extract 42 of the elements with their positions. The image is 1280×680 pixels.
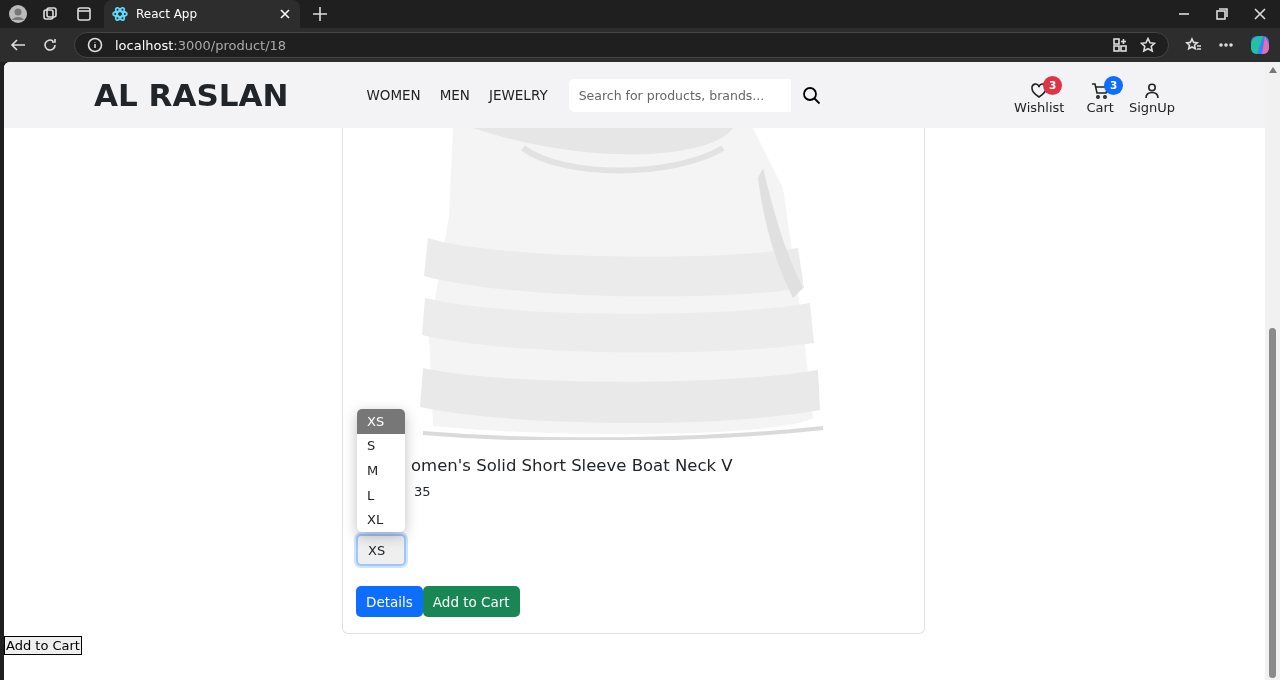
details-button[interactable]: Details: [356, 586, 423, 617]
product-price: 35: [414, 484, 432, 501]
brand-logo[interactable]: AL RASLAN: [94, 77, 289, 113]
nav-action[interactable]: SignUp: [1128, 75, 1175, 115]
back-icon[interactable]: [10, 37, 26, 53]
dropdown-option[interactable]: M: [357, 458, 405, 483]
favorites-icon[interactable]: [1185, 37, 1202, 53]
browser-tab[interactable]: React App: [104, 0, 300, 28]
profile-icon[interactable]: [8, 4, 28, 24]
size-select[interactable]: XS: [356, 534, 406, 566]
info-icon[interactable]: [87, 37, 103, 53]
workspaces-icon[interactable]: [42, 6, 58, 22]
nav-link[interactable]: JEWELRY: [488, 87, 548, 103]
dropdown-option[interactable]: S: [357, 433, 405, 459]
dropdown-option[interactable]: L: [357, 482, 405, 508]
reload-icon[interactable]: [42, 37, 58, 53]
tab-actions-icon[interactable]: [76, 6, 92, 22]
address-bar[interactable]: localhost:3000/product/18: [74, 32, 1169, 58]
apps-icon[interactable]: [1112, 37, 1128, 53]
search-field[interactable]: Search for products, brands...: [568, 78, 791, 112]
nav-link[interactable]: MEN: [439, 87, 470, 103]
scroll-up-icon[interactable]: [1267, 66, 1278, 74]
scrollbar-thumb[interactable]: [1269, 328, 1276, 678]
star-icon[interactable]: [1140, 37, 1156, 53]
add-to-cart-button[interactable]: Add to Cart: [4, 636, 82, 655]
dropdown-option[interactable]: XS: [357, 409, 405, 434]
nav-action[interactable]: Wishlist 3: [1007, 75, 1072, 115]
tab-title: React App: [136, 7, 199, 21]
close-icon[interactable]: [1254, 8, 1266, 20]
nav-action[interactable]: Cart 3: [1079, 75, 1121, 115]
add-to-cart-button[interactable]: Add to Cart: [422, 586, 520, 617]
close-icon[interactable]: [278, 7, 292, 21]
copilot-icon[interactable]: [1250, 35, 1270, 55]
dropdown-option[interactable]: XL: [357, 507, 405, 532]
url-text: localhost:3000/product/18: [115, 37, 287, 53]
new-tab-icon[interactable]: [312, 6, 328, 22]
search-icon: [802, 85, 822, 105]
product-title: omen's Solid Short Sleeve Boat Neck V: [411, 456, 734, 477]
scrollbar[interactable]: [1265, 62, 1280, 680]
restore-icon[interactable]: [1216, 8, 1228, 20]
react-icon: [112, 6, 128, 22]
nav-link[interactable]: WOMEN: [366, 87, 421, 103]
